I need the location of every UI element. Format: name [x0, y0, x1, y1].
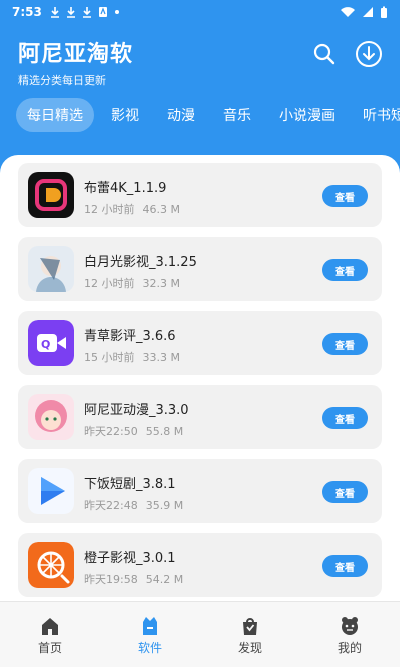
- view-button[interactable]: 查看: [322, 481, 368, 503]
- app-time: 15 小时前: [84, 351, 135, 364]
- app-time: 12 小时前: [84, 277, 135, 290]
- app-meta: 15 小时前 33.3 M: [84, 349, 180, 365]
- discover-icon: [243, 618, 257, 635]
- page-title: 阿尼亚淘软: [18, 42, 134, 67]
- baiyueguang-icon: [28, 246, 74, 292]
- list-item[interactable]: 白月光影视_3.1.25 12 小时前 32.3 M 查看: [18, 237, 382, 301]
- tab-video[interactable]: 影视: [100, 98, 150, 132]
- aniya-icon: [28, 394, 74, 440]
- nav-label: 我的: [337, 641, 362, 655]
- view-button[interactable]: 查看: [322, 555, 368, 577]
- category-tabs: 每日精选 影视 动漫 音乐 小说漫画 听书短剧: [0, 98, 400, 132]
- software-icon: [143, 617, 157, 635]
- battery-icon: [381, 6, 387, 18]
- qingcao-icon: Q: [28, 320, 74, 366]
- app-notification-icon: [98, 7, 107, 17]
- app-name: 阿尼亚动漫_3.3.0: [84, 403, 189, 418]
- tab-daily-picks[interactable]: 每日精选: [16, 98, 94, 132]
- app-meta: 12 小时前 46.3 M: [84, 201, 180, 217]
- list-item[interactable]: Q 青草影评_3.6.6 15 小时前 33.3 M 查看: [18, 311, 382, 375]
- app-size: 55.8 M: [145, 425, 184, 438]
- status-time: 7:53: [12, 5, 42, 19]
- app-name: 白月光影视_3.1.25: [84, 255, 197, 270]
- tab-music[interactable]: 音乐: [212, 98, 262, 132]
- download-notification-icon: [66, 7, 75, 18]
- search-icon: [313, 43, 335, 65]
- app-time: 昨天19:58: [84, 573, 138, 586]
- download-button[interactable]: [355, 40, 383, 68]
- list-item[interactable]: 阿尼亚动漫_3.3.0 昨天22:50 55.8 M 查看: [18, 385, 382, 449]
- tab-novel-comic[interactable]: 小说漫画: [268, 98, 346, 132]
- dot-icon: [114, 10, 119, 14]
- bottom-nav: 首页 软件 发现 我的: [0, 601, 400, 667]
- search-button[interactable]: [310, 40, 338, 68]
- notification-icons: [50, 6, 120, 18]
- nav-label: 软件: [137, 641, 162, 655]
- content-sheet: 布蕾4K_1.1.9 12 小时前 46.3 M 查看 白月光影视_3.1.25 …: [0, 155, 400, 615]
- nav-discover[interactable]: 发现: [215, 616, 285, 656]
- nav-profile[interactable]: 我的: [315, 616, 385, 656]
- profile-icon: [342, 617, 358, 635]
- nav-label: 首页: [37, 641, 62, 655]
- app-time: 昨天22:48: [84, 499, 138, 512]
- list-item[interactable]: 布蕾4K_1.1.9 12 小时前 46.3 M 查看: [18, 163, 382, 227]
- status-bar: 7:53: [0, 0, 400, 24]
- download-notification-icon: [82, 7, 91, 18]
- app-list: 布蕾4K_1.1.9 12 小时前 46.3 M 查看 白月光影视_3.1.25 …: [18, 163, 382, 607]
- tab-audiobook-shortdrama[interactable]: 听书短剧: [352, 98, 400, 132]
- app-size: 32.3 M: [142, 277, 180, 290]
- page-subtitle: 精选分类每日更新: [18, 74, 106, 87]
- nav-home[interactable]: 首页: [15, 616, 85, 656]
- svg-text:Q: Q: [41, 338, 50, 351]
- signal-icon: [363, 7, 373, 17]
- app-size: 33.3 M: [142, 351, 180, 364]
- nav-label: 发现: [237, 641, 262, 655]
- app-name: 青草影评_3.6.6: [84, 329, 176, 344]
- wifi-icon: [341, 7, 355, 17]
- download-icon: [356, 41, 382, 67]
- chengzi-icon: [28, 542, 74, 588]
- app-time: 昨天22:50: [84, 425, 138, 438]
- app-name: 布蕾4K_1.1.9: [84, 181, 167, 196]
- app-time: 12 小时前: [84, 203, 135, 216]
- xiafan-icon: [28, 468, 74, 514]
- app-header: 阿尼亚淘软 精选分类每日更新: [18, 36, 133, 88]
- download-notification-icon: [50, 7, 59, 18]
- tab-anime[interactable]: 动漫: [156, 98, 206, 132]
- view-button[interactable]: 查看: [322, 333, 368, 355]
- app-meta: 昨天22:48 35.9 M: [84, 497, 183, 513]
- app-name: 下饭短剧_3.8.1: [84, 477, 176, 492]
- app-meta: 12 小时前 32.3 M: [84, 275, 180, 291]
- app-size: 54.2 M: [145, 573, 184, 586]
- app-size: 46.3 M: [142, 203, 180, 216]
- view-button[interactable]: 查看: [322, 259, 368, 281]
- view-button[interactable]: 查看: [322, 185, 368, 207]
- app-size: 35.9 M: [145, 499, 184, 512]
- list-item[interactable]: 橙子影视_3.0.1 昨天19:58 54.2 M 查看: [18, 533, 382, 597]
- home-icon: [42, 618, 58, 635]
- bulei-icon: [28, 172, 74, 218]
- view-button[interactable]: 查看: [322, 407, 368, 429]
- app-name: 橙子影视_3.0.1: [84, 551, 176, 566]
- list-item[interactable]: 下饭短剧_3.8.1 昨天22:48 35.9 M 查看: [18, 459, 382, 523]
- app-meta: 昨天19:58 54.2 M: [84, 571, 183, 587]
- app-meta: 昨天22:50 55.8 M: [84, 423, 183, 439]
- nav-software[interactable]: 软件: [115, 616, 185, 656]
